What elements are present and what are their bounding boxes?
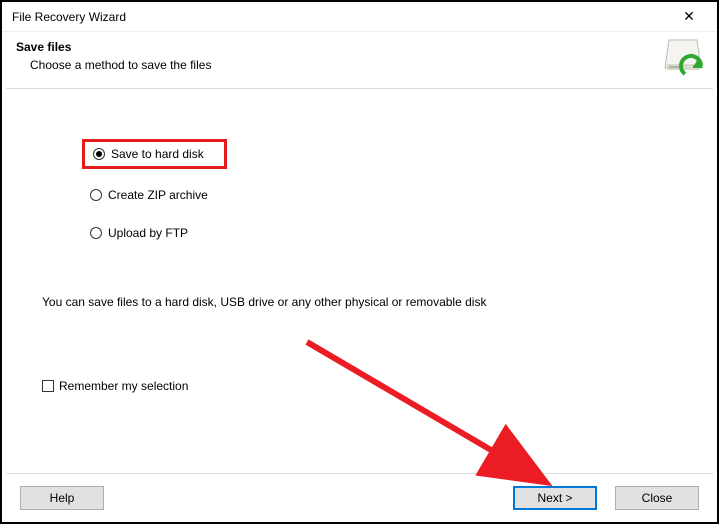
- window-title: File Recovery Wizard: [12, 10, 126, 24]
- option-label: Save to hard disk: [111, 147, 204, 161]
- close-button[interactable]: Close: [615, 486, 699, 510]
- radio-icon: [93, 148, 105, 160]
- close-icon: ✕: [683, 8, 695, 25]
- header-title: Save files: [16, 40, 211, 54]
- titlebar: File Recovery Wizard ✕: [2, 2, 717, 32]
- button-label: Next >: [537, 491, 572, 505]
- drive-recover-icon: [663, 38, 703, 78]
- wizard-header: Save files Choose a method to save the f…: [2, 32, 717, 88]
- button-label: Help: [50, 491, 75, 505]
- option-save-to-disk[interactable]: Save to hard disk: [82, 139, 227, 169]
- save-method-options: Save to hard disk Create ZIP archive Upl…: [82, 139, 677, 245]
- option-label: Upload by FTP: [108, 226, 188, 240]
- remember-label: Remember my selection: [59, 379, 188, 393]
- footer-right-group: Next > Close: [513, 486, 699, 510]
- header-text: Save files Choose a method to save the f…: [16, 38, 211, 72]
- content-area: Save to hard disk Create ZIP archive Upl…: [2, 89, 717, 393]
- footer-buttons: Help Next > Close: [2, 474, 717, 522]
- button-label: Close: [642, 491, 673, 505]
- help-button[interactable]: Help: [20, 486, 104, 510]
- hint-text: You can save files to a hard disk, USB d…: [42, 295, 677, 309]
- radio-icon: [90, 189, 102, 201]
- option-label: Create ZIP archive: [108, 188, 208, 202]
- window-close-button[interactable]: ✕: [669, 3, 709, 31]
- checkbox-icon: [42, 380, 54, 392]
- header-subtitle: Choose a method to save the files: [16, 58, 211, 72]
- option-create-zip[interactable]: Create ZIP archive: [82, 183, 677, 207]
- next-button[interactable]: Next >: [513, 486, 597, 510]
- wizard-window: File Recovery Wizard ✕ Save files Choose…: [0, 0, 719, 524]
- remember-selection[interactable]: Remember my selection: [42, 379, 677, 393]
- radio-icon: [90, 227, 102, 239]
- option-upload-ftp[interactable]: Upload by FTP: [82, 221, 677, 245]
